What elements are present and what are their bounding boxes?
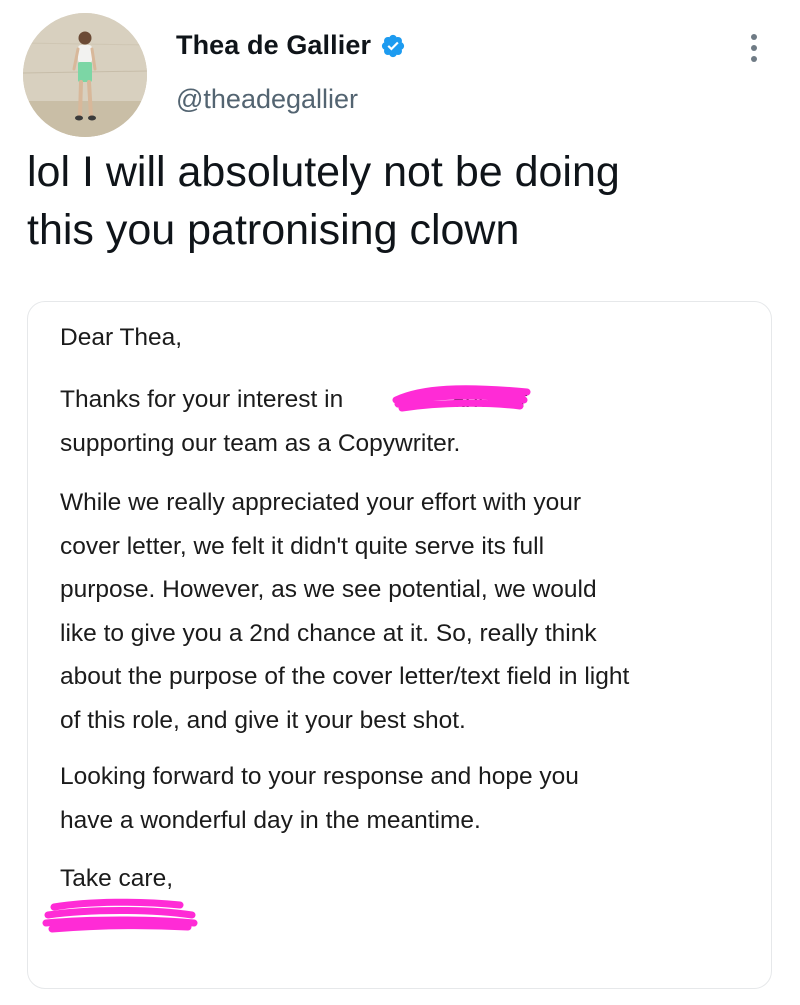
profile-photo-image (23, 13, 147, 137)
email-paragraph-3: Looking forward to your response and hop… (60, 755, 760, 842)
email-p1-line-2: supporting our team as a Copywriter. (60, 429, 461, 457)
verified-badge-icon (380, 33, 406, 59)
email-p2-line: purpose. However, as we see potential, w… (60, 576, 597, 603)
tweet-text-line-2: this you patronising clown (27, 206, 520, 254)
email-signoff: Take care, (60, 865, 174, 892)
user-handle[interactable]: @theadegallier (176, 84, 358, 115)
tweet-text: lol I will absolutely not be doing this … (27, 143, 757, 259)
display-name[interactable]: Thea de Gallier (176, 30, 371, 61)
author-name-row[interactable]: Thea de Gallier (176, 30, 406, 61)
redaction-scribble-company (392, 385, 531, 412)
email-p3-line: Looking forward to your response and hop… (60, 763, 579, 790)
email-p3-line: have a wonderful day in the meantime. (60, 806, 481, 834)
more-options-icon[interactable] (745, 34, 763, 70)
tweet-text-line-1: lol I will absolutely not be doing (27, 148, 620, 196)
email-p2-line: about the purpose of the cover letter/te… (60, 663, 630, 690)
redaction-scribble-signature (42, 898, 198, 933)
avatar[interactable] (23, 13, 147, 137)
email-paragraph-2: While we really appreciated your effort … (60, 481, 760, 742)
email-p1-start: Thanks for your interest in (60, 386, 344, 413)
email-p2-line: cover letter, we felt it didn't quite se… (60, 532, 545, 560)
email-p2-line: While we really appreciated your effort … (60, 489, 582, 516)
email-p2-line: like to give you a 2nd chance at it. So,… (60, 619, 597, 647)
email-p2-line: of this role, and give it your best shot… (60, 706, 466, 734)
email-greeting: Dear Thea, (60, 324, 183, 351)
